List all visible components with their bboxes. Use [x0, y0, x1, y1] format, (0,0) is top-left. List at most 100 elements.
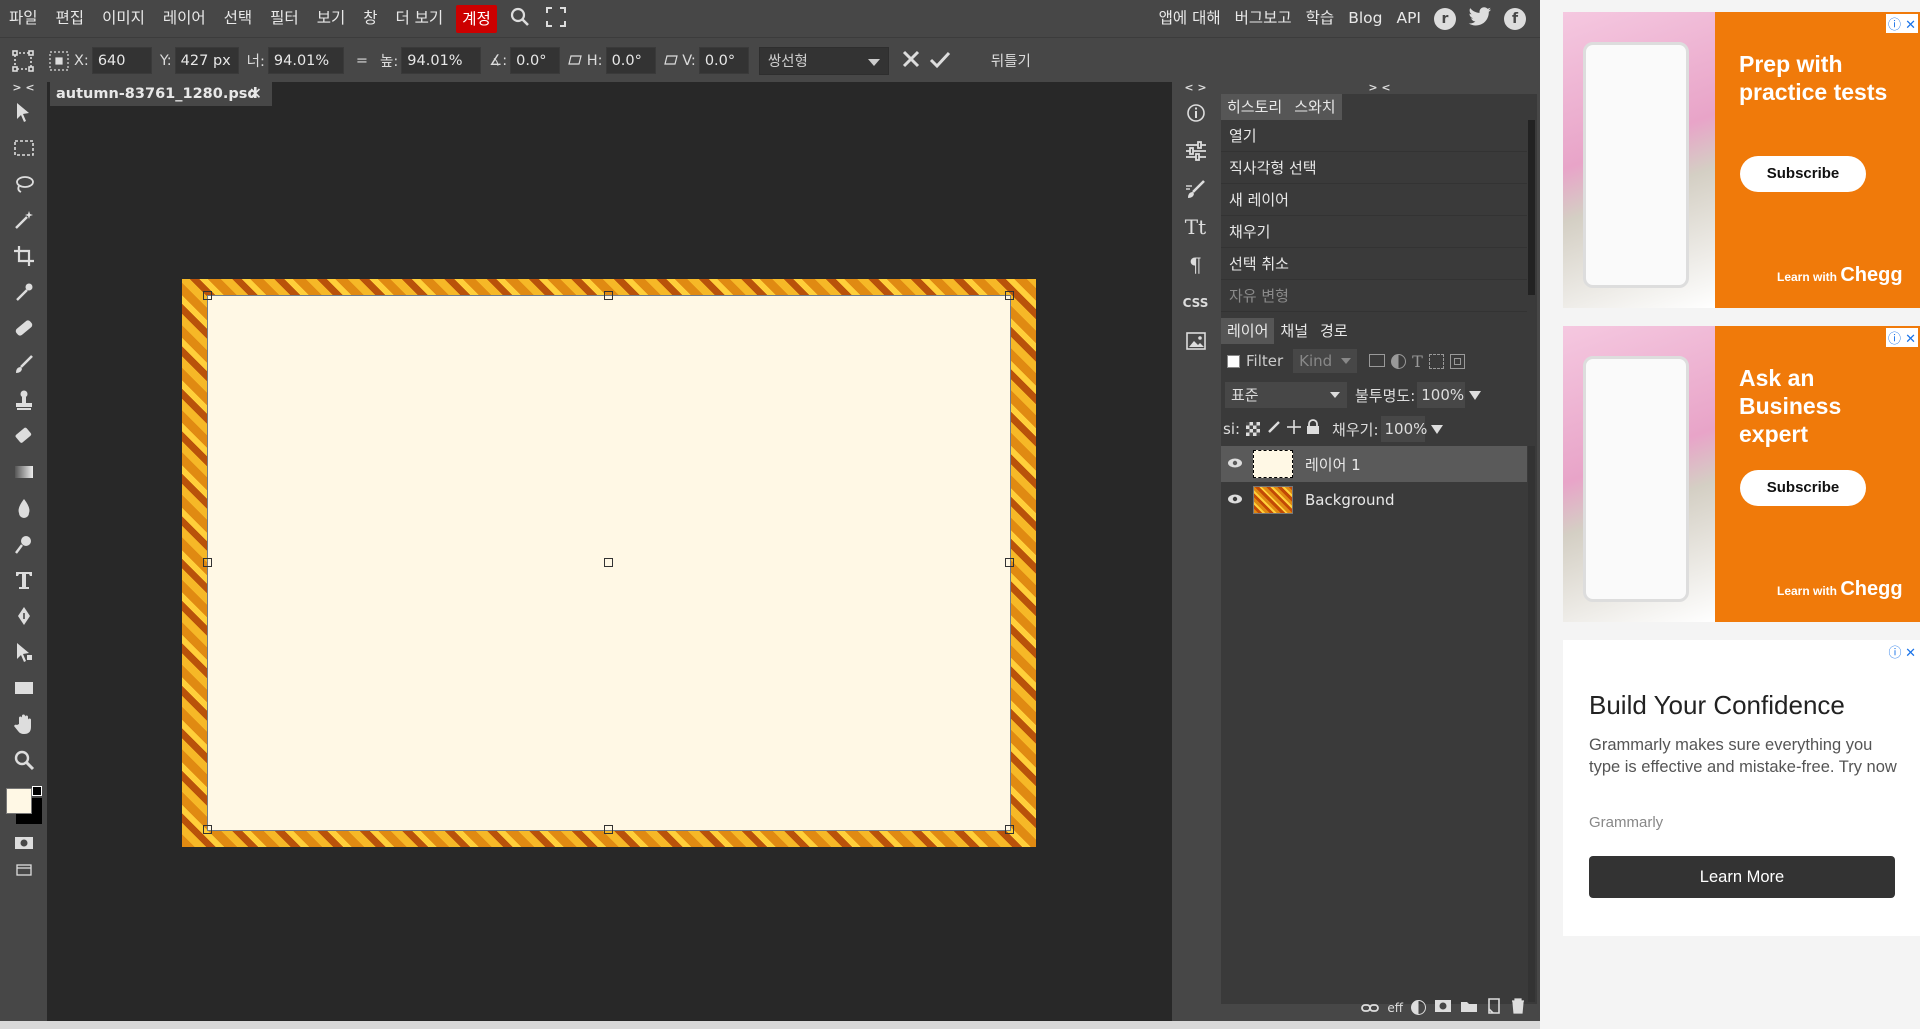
facebook-icon[interactable]: f: [1504, 7, 1526, 30]
lock-transparency-icon[interactable]: [1246, 422, 1261, 436]
expand-toggle[interactable]: < >: [1172, 82, 1219, 94]
quick-mask-icon[interactable]: [0, 828, 47, 858]
transform-handle-left[interactable]: [203, 558, 212, 567]
eraser-tool-icon[interactable]: [0, 418, 47, 454]
marquee-tool-icon[interactable]: [0, 130, 47, 166]
gradient-tool-icon[interactable]: [0, 454, 47, 490]
tab-paths[interactable]: 경로: [1314, 318, 1354, 344]
menu-image[interactable]: 이미지: [93, 0, 154, 37]
default-colors-icon[interactable]: [32, 786, 42, 796]
close-icon[interactable]: ✕: [249, 82, 262, 106]
menu-blog[interactable]: Blog: [1341, 0, 1389, 37]
commit-transform-icon[interactable]: [929, 49, 951, 73]
y-field[interactable]: 427 px: [174, 47, 239, 74]
eye-icon[interactable]: [1227, 455, 1243, 473]
menu-edit[interactable]: 편집: [47, 0, 94, 37]
angle-field[interactable]: 0.0°: [510, 47, 561, 74]
blur-tool-icon[interactable]: [0, 490, 47, 526]
cancel-transform-icon[interactable]: [901, 49, 921, 73]
pixel-filter-icon[interactable]: [1369, 353, 1386, 367]
x-field[interactable]: 640 px: [91, 47, 152, 96]
interpolation-dropdown[interactable]: 쌍선형: [758, 46, 889, 75]
menu-view[interactable]: 보기: [308, 0, 355, 37]
ad-grammarly[interactable]: Build Your Confidence Grammarly makes su…: [1563, 640, 1920, 936]
transform-handle-right[interactable]: [1005, 558, 1014, 567]
transform-handle-bottom[interactable]: [604, 825, 613, 834]
type-filter-icon[interactable]: T: [1412, 353, 1423, 369]
reference-point-icon[interactable]: [44, 50, 74, 72]
learn-more-button[interactable]: Learn More: [1589, 856, 1895, 898]
ad-chegg-practice[interactable]: Prep with practice tests Subscribe Learn…: [1563, 12, 1920, 308]
menu-learn[interactable]: 학습: [1299, 0, 1342, 37]
transform-tool-icon[interactable]: [8, 49, 38, 72]
layer-row[interactable]: 레이어 1: [1221, 446, 1527, 482]
menu-window[interactable]: 창: [354, 0, 386, 37]
new-layer-icon[interactable]: [1486, 997, 1502, 1018]
new-group-icon[interactable]: [1460, 999, 1478, 1017]
reddit-icon[interactable]: r: [1434, 7, 1456, 30]
kind-dropdown[interactable]: Kind: [1293, 349, 1358, 373]
history-item[interactable]: 자유 변형: [1221, 280, 1527, 312]
menu-more[interactable]: 더 보기: [386, 0, 452, 37]
menu-filter[interactable]: 필터: [261, 0, 308, 37]
height-field[interactable]: 94.01%: [401, 47, 482, 74]
history-item[interactable]: 직사각형 선택: [1221, 152, 1527, 184]
transform-handle-top-left[interactable]: [203, 291, 212, 300]
ad-choices-icon[interactable]: ⓘ ✕: [1886, 642, 1918, 661]
lock-pixels-icon[interactable]: [1266, 419, 1282, 439]
adjustment-layer-icon[interactable]: [1411, 1000, 1426, 1015]
lock-position-icon[interactable]: [1286, 419, 1302, 439]
history-item[interactable]: 선택 취소: [1221, 248, 1527, 280]
opacity-field[interactable]: 100%: [1417, 382, 1466, 408]
filter-checkbox[interactable]: [1227, 354, 1240, 368]
transform-handle-top[interactable]: [604, 291, 613, 300]
history-scrollbar[interactable]: [1528, 120, 1535, 295]
path-select-icon[interactable]: [0, 634, 47, 670]
layer-effects-button[interactable]: eff: [1387, 1001, 1403, 1015]
foreground-color-swatch[interactable]: [6, 788, 32, 814]
search-icon[interactable]: [509, 6, 531, 32]
lasso-tool-icon[interactable]: [0, 166, 47, 202]
zoom-tool-icon[interactable]: [0, 742, 47, 778]
color-swatches[interactable]: [0, 782, 47, 828]
hand-tool-icon[interactable]: [0, 706, 47, 742]
ad-chegg-expert[interactable]: Ask an Business expert Subscribe Learn w…: [1563, 326, 1920, 622]
character-icon[interactable]: Tt: [1172, 208, 1219, 246]
adjustments-icon[interactable]: [1172, 132, 1219, 170]
transform-handle-bottom-right[interactable]: [1005, 825, 1014, 834]
width-field[interactable]: 94.01%: [267, 47, 344, 74]
adjustment-filter-icon[interactable]: [1391, 353, 1407, 369]
tab-history[interactable]: 히스토리: [1221, 94, 1289, 120]
image-icon[interactable]: [1172, 322, 1219, 360]
info-icon[interactable]: [1172, 94, 1219, 132]
tab-swatches[interactable]: 스와치: [1288, 94, 1342, 120]
ad-choices-icon[interactable]: ⓘ ✕: [1885, 328, 1918, 347]
transform-handle-top-right[interactable]: [1005, 291, 1014, 300]
history-item[interactable]: 열기: [1221, 120, 1527, 152]
menu-about[interactable]: 앱에 대해: [1152, 0, 1228, 37]
menu-layer[interactable]: 레이어: [154, 0, 215, 37]
twitter-icon[interactable]: [1468, 6, 1492, 31]
paragraph-icon[interactable]: ¶: [1172, 246, 1219, 284]
type-tool-icon[interactable]: [0, 562, 47, 598]
healing-brush-icon[interactable]: [0, 310, 47, 346]
css-icon[interactable]: CSS: [1172, 284, 1219, 322]
crop-tool-icon[interactable]: [0, 238, 47, 274]
panels-collapse-toggle[interactable]: > <: [1219, 82, 1540, 94]
warp-button[interactable]: 뒤틀기: [991, 50, 1031, 71]
tab-layers[interactable]: 레이어: [1221, 318, 1275, 344]
delete-layer-icon[interactable]: [1510, 997, 1526, 1018]
eyedropper-icon[interactable]: [0, 274, 47, 310]
move-tool-icon[interactable]: [0, 94, 47, 130]
clone-stamp-icon[interactable]: [0, 382, 47, 418]
shape-filter-icon[interactable]: [1428, 353, 1444, 369]
skew-h-field[interactable]: 0.0°: [605, 47, 656, 74]
lock-all-icon[interactable]: [1306, 419, 1320, 439]
opacity-slider-toggle[interactable]: [1469, 390, 1482, 400]
screen-mode-icon[interactable]: [0, 858, 47, 882]
link-layers-icon[interactable]: [1361, 999, 1380, 1017]
layers-scrollbar[interactable]: [1528, 446, 1535, 1002]
menu-account[interactable]: 계정: [456, 4, 497, 33]
layer-row[interactable]: Background: [1221, 482, 1527, 518]
menu-file[interactable]: 파일: [0, 0, 47, 37]
